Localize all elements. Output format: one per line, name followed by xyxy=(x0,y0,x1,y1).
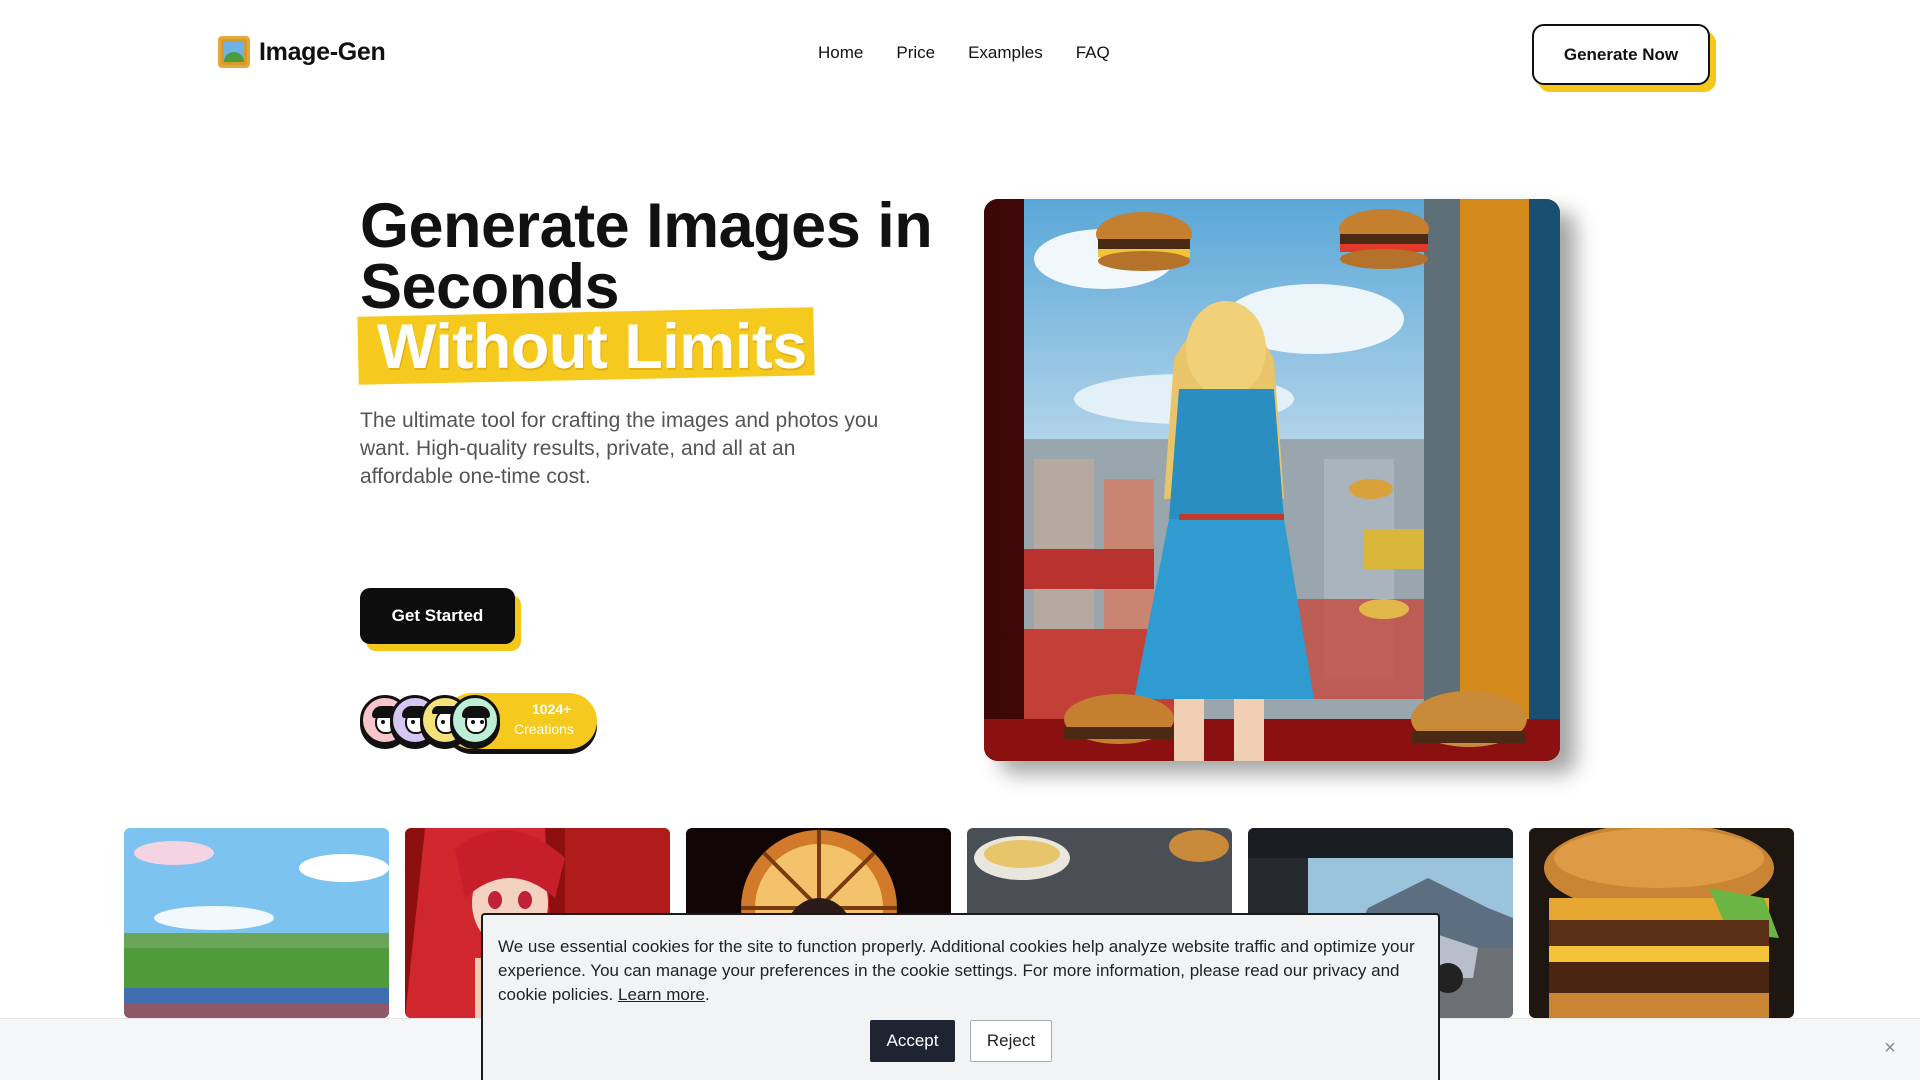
cookie-consent-dialog: We use essential cookies for the site to… xyxy=(481,913,1440,1080)
nav-item-faq[interactable]: FAQ xyxy=(1076,43,1110,63)
cookie-message-period: . xyxy=(704,985,710,1004)
hero-title: Generate Images in Seconds xyxy=(360,195,933,319)
generate-now-wrapper: Generate Now xyxy=(1532,24,1716,92)
nav-item-price[interactable]: Price xyxy=(896,43,935,63)
creations-badge: 1024+ Creations xyxy=(360,693,600,751)
hero-highlight-text: Without Limits xyxy=(377,312,807,382)
nav-item-home[interactable]: Home xyxy=(818,43,863,63)
site-header: Image-Gen Home Price Examples FAQ Genera… xyxy=(0,0,1920,108)
generate-now-button[interactable]: Generate Now xyxy=(1532,24,1710,85)
hero-illustration xyxy=(984,199,1560,761)
reject-cookies-button[interactable]: Reject xyxy=(970,1020,1052,1062)
get-started-wrapper: Get Started xyxy=(360,588,521,652)
hero-subtitle: The ultimate tool for crafting the image… xyxy=(360,409,879,488)
close-icon[interactable]: × xyxy=(1880,1038,1900,1058)
hero-image xyxy=(984,199,1560,761)
nav-item-examples[interactable]: Examples xyxy=(968,43,1043,63)
brand-name: Image-Gen xyxy=(259,37,386,66)
avatar xyxy=(450,695,500,745)
framed-picture-icon xyxy=(218,36,250,68)
main-nav: Home Price Examples FAQ xyxy=(818,43,1110,63)
brand-logo[interactable]: Image-Gen xyxy=(218,36,386,68)
cookie-message: We use essential cookies for the site to… xyxy=(498,935,1418,1007)
learn-more-link[interactable]: Learn more xyxy=(618,985,705,1004)
accept-cookies-button[interactable]: Accept xyxy=(870,1020,955,1062)
get-started-button[interactable]: Get Started xyxy=(360,588,515,644)
creations-label: Creations xyxy=(514,721,574,737)
gallery-item-cheeseburger[interactable] xyxy=(1529,828,1794,1018)
creations-count: 1024+ xyxy=(532,701,572,717)
hero-title-line1: Generate Images in xyxy=(360,191,933,261)
gallery-item-pixel-landscape[interactable] xyxy=(124,828,389,1018)
